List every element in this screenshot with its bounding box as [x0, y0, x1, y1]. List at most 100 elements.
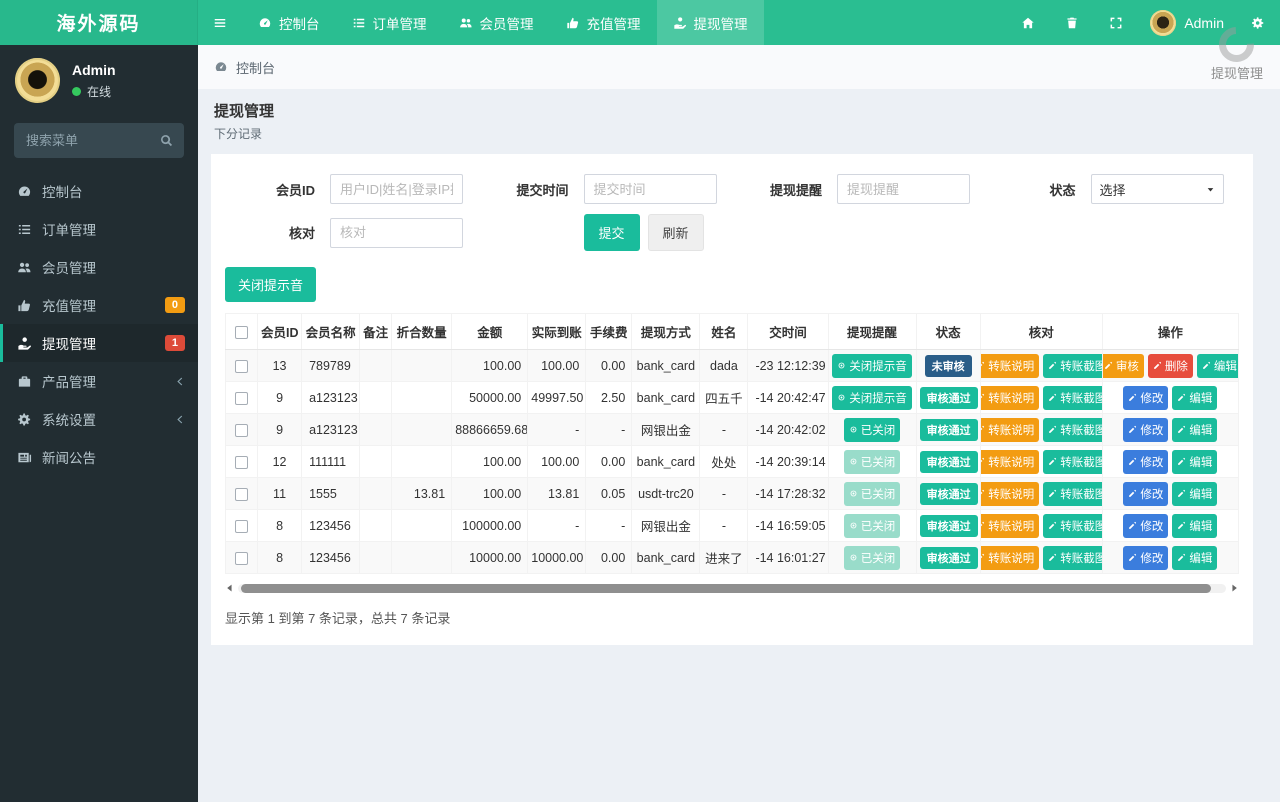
sidebar-item-dashboard[interactable]: 控制台	[0, 172, 198, 210]
remind-toggle-button[interactable]: 已关闭	[844, 546, 901, 570]
pencil-icon	[1177, 393, 1186, 402]
sidebar-item-label: 提现管理	[42, 333, 96, 353]
newspaper-icon	[17, 450, 32, 465]
watermark-refresh-icon	[1212, 20, 1261, 69]
transfer-note-button[interactable]: 转账说明	[980, 418, 1039, 442]
transfer-screenshot-button[interactable]: 转账截图	[1043, 482, 1102, 506]
pencil-icon	[1128, 489, 1137, 498]
breadcrumb-label[interactable]: 控制台	[236, 58, 275, 77]
bars-icon	[213, 16, 227, 30]
row-checkbox[interactable]	[235, 520, 248, 533]
cell-fee: 0.00	[586, 350, 632, 382]
remind-toggle-button[interactable]: 已关闭	[844, 418, 901, 442]
remind-input[interactable]	[837, 174, 970, 204]
transfer-note-button[interactable]: 转账说明	[980, 386, 1039, 410]
mute-sound-button[interactable]: 关闭提示音	[225, 267, 316, 302]
scrollbar-thumb[interactable]	[241, 584, 1211, 593]
row-checkbox[interactable]	[235, 392, 248, 405]
row-checkbox[interactable]	[235, 456, 248, 469]
filter-actions: 提交 刷新	[479, 214, 733, 251]
sidebar-item-label: 系统设置	[42, 409, 96, 429]
edit-button[interactable]: 编辑	[1172, 482, 1217, 506]
remind-toggle-button[interactable]: 已关闭	[844, 514, 901, 538]
sidebar-toggle-button[interactable]	[198, 0, 242, 45]
table-row: 8123456100000.00--网银出金--14 16:59:05已关闭审核…	[226, 510, 1239, 542]
withdraw-table: 会员ID会员名称备注折合数量金额实际到账手续费提现方式姓名交时间提现提醒状态核对…	[225, 313, 1239, 574]
fullscreen-button[interactable]	[1094, 0, 1138, 45]
transfer-note-button[interactable]: 转账说明	[980, 482, 1039, 506]
edit-button[interactable]: 编辑	[1172, 514, 1217, 538]
sidebar-item-recharge[interactable]: 充值管理0	[0, 286, 198, 324]
row-checkbox[interactable]	[235, 552, 248, 565]
nav-item-withdraw[interactable]: 提现管理	[657, 0, 764, 45]
cell-submit-time: -14 17:28:32	[748, 478, 828, 510]
edit-button[interactable]: 编辑	[1172, 418, 1217, 442]
sidebar-item-products[interactable]: 产品管理	[0, 362, 198, 400]
edit-button[interactable]: 编辑	[1172, 450, 1217, 474]
sidebar-item-settings[interactable]: 系统设置	[0, 400, 198, 438]
scrollbar-track[interactable]	[238, 584, 1226, 593]
row-checkbox[interactable]	[235, 360, 248, 373]
circle-dot-icon	[849, 489, 858, 498]
transfer-note-button[interactable]: 转账说明	[980, 450, 1039, 474]
row-checkbox[interactable]	[235, 488, 248, 501]
remind-toggle-button[interactable]: 关闭提示音	[832, 354, 912, 378]
home-button[interactable]	[1006, 0, 1050, 45]
row-checkbox[interactable]	[235, 424, 248, 437]
transfer-note-button[interactable]: 转账说明	[980, 354, 1039, 378]
nav-item-recharge[interactable]: 充值管理	[550, 0, 657, 45]
sidebar-item-withdraw[interactable]: 提现管理1	[0, 324, 198, 362]
scroll-right-arrow-icon[interactable]	[1229, 583, 1239, 593]
refresh-button[interactable]: 刷新	[648, 214, 704, 251]
submit-button[interactable]: 提交	[584, 214, 640, 251]
check-input[interactable]	[330, 218, 463, 248]
transfer-screenshot-button[interactable]: 转账截图	[1043, 418, 1102, 442]
submit-time-input[interactable]	[584, 174, 717, 204]
cell-payee: 进来了	[700, 542, 748, 574]
search-icon[interactable]	[159, 133, 174, 148]
nav-item-dashboard[interactable]: 控制台	[242, 0, 336, 45]
status-select[interactable]: 选择	[1091, 174, 1224, 204]
member-id-input[interactable]	[330, 174, 463, 204]
transfer-screenshot-button[interactable]: 转账截图	[1043, 450, 1102, 474]
delete-button[interactable]: 删除	[1148, 354, 1193, 378]
cell-member-id: 8	[258, 542, 302, 574]
modify-button[interactable]: 修改	[1123, 514, 1168, 538]
sidebar-item-members[interactable]: 会员管理	[0, 248, 198, 286]
remind-toggle-button[interactable]: 已关闭	[844, 450, 901, 474]
nav-item-members[interactable]: 会员管理	[443, 0, 550, 45]
transfer-screenshot-button[interactable]: 转账截图	[1043, 546, 1102, 570]
edit-button[interactable]: 编辑	[1172, 546, 1217, 570]
records-summary: 显示第 1 到第 7 条记录，总共 7 条记录	[225, 608, 1239, 627]
cell-amount: 10000.00	[452, 542, 528, 574]
sidebar-item-news[interactable]: 新闻公告	[0, 438, 198, 476]
clear-cache-button[interactable]	[1050, 0, 1094, 45]
transfer-screenshot-button[interactable]: 转账截图	[1043, 354, 1102, 378]
edit-button[interactable]: 编辑	[1197, 354, 1239, 378]
select-all-checkbox[interactable]	[235, 326, 248, 339]
breadcrumb: 控制台	[198, 45, 1280, 89]
cell-member-name: 111111	[302, 446, 360, 478]
modify-button[interactable]: 修改	[1123, 418, 1168, 442]
transfer-screenshot-button[interactable]: 转账截图	[1043, 514, 1102, 538]
transfer-note-button[interactable]: 转账说明	[980, 514, 1039, 538]
brand-logo[interactable]: 海外源码	[0, 0, 198, 45]
transfer-note-button[interactable]: 转账说明	[980, 546, 1039, 570]
audit-button[interactable]: 审核	[1102, 354, 1144, 378]
nav-item-orders[interactable]: 订单管理	[336, 0, 443, 45]
modify-button[interactable]: 修改	[1123, 386, 1168, 410]
app: 海外源码 控制台订单管理会员管理充值管理提现管理 Admin Admin 在	[0, 0, 1280, 802]
table-row: 9a12312350000.0049997.502.50bank_card四五千…	[226, 382, 1239, 414]
remind-toggle-button[interactable]: 关闭提示音	[832, 386, 912, 410]
pencil-icon	[1128, 425, 1137, 434]
list-icon	[17, 222, 32, 237]
column-header: 会员名称	[302, 314, 360, 350]
transfer-screenshot-button[interactable]: 转账截图	[1043, 386, 1102, 410]
modify-button[interactable]: 修改	[1123, 482, 1168, 506]
sidebar-item-orders[interactable]: 订单管理	[0, 210, 198, 248]
edit-button[interactable]: 编辑	[1172, 386, 1217, 410]
modify-button[interactable]: 修改	[1123, 450, 1168, 474]
modify-button[interactable]: 修改	[1123, 546, 1168, 570]
scroll-left-arrow-icon[interactable]	[225, 583, 235, 593]
remind-toggle-button[interactable]: 已关闭	[844, 482, 901, 506]
